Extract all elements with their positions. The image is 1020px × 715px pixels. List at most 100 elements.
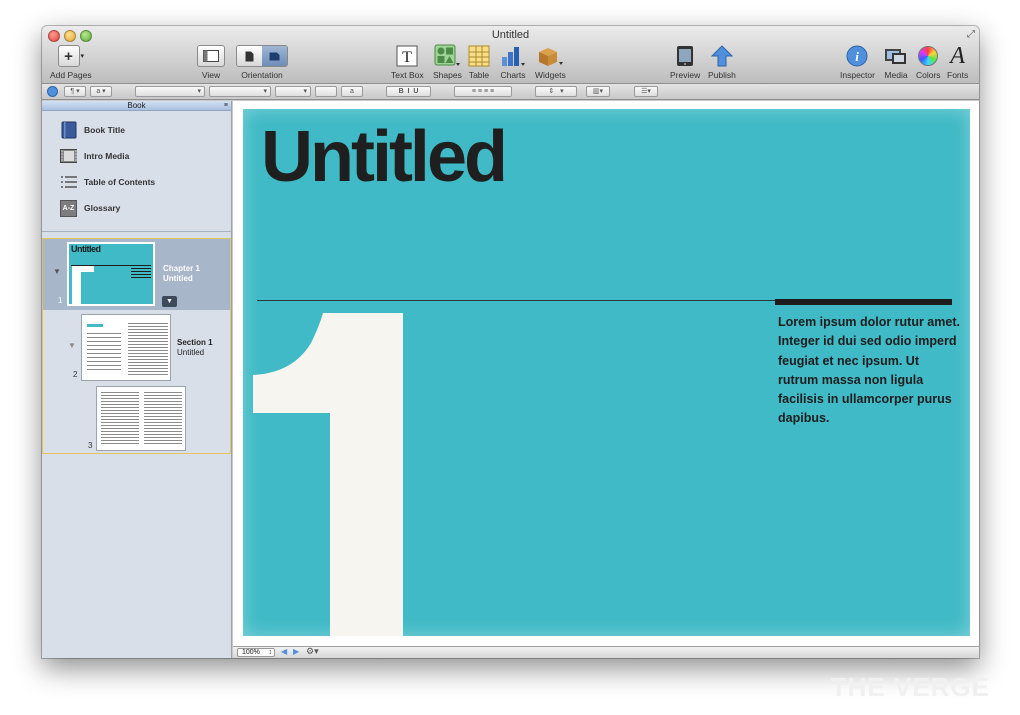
text-color-well[interactable] — [315, 86, 337, 97]
chapter-subtitle: Untitled — [163, 274, 193, 283]
title-bar: Untitled ⤢ + ▾ Add Pages View Orientation — [42, 26, 979, 84]
publish-button[interactable]: Publish — [708, 43, 736, 80]
media-icon — [885, 49, 906, 64]
chapter-row[interactable]: ▼ 1 Untitled Chapter 1 Untitled ▼ — [43, 239, 230, 310]
widgets-icon — [539, 48, 564, 66]
publish-label: Publish — [708, 70, 736, 80]
text-box-button[interactable]: T Text Box — [391, 43, 424, 80]
page-number: 1 — [58, 296, 63, 305]
thumbnail-left-column — [87, 333, 121, 373]
bold-italic-underline-group[interactable]: B I U — [386, 86, 431, 97]
page-number: 3 — [88, 441, 93, 450]
text-highlight-button[interactable]: a — [341, 86, 363, 97]
columns-popup[interactable]: ▥▾ — [586, 86, 610, 97]
page-row[interactable]: 3 — [43, 383, 230, 453]
font-size-field[interactable]: ▾ — [275, 86, 311, 97]
list-style-popup[interactable]: ☰▾ — [634, 86, 658, 97]
widgets-button[interactable]: Widgets — [535, 43, 566, 80]
title-rule — [257, 300, 777, 301]
section-subtitle: Untitled — [177, 348, 205, 357]
list-icon — [61, 176, 77, 188]
paragraph-style-popup[interactable]: ¶ ▾ — [64, 86, 86, 97]
view-icon — [197, 45, 225, 67]
zoom-popup[interactable]: 100% ↕ — [237, 648, 275, 657]
zoom-value: 100% — [242, 649, 260, 656]
sidebar-item-intro-media[interactable]: Intro Media — [60, 147, 129, 165]
thumbnail-title: Untitled — [71, 244, 101, 254]
sidebar-item-label: Table of Contents — [84, 177, 156, 187]
info-icon: i — [846, 45, 868, 67]
app-window: Untitled ⤢ + ▾ Add Pages View Orientation — [42, 26, 979, 658]
action-gear-icon[interactable]: ⚙▾ — [306, 646, 319, 657]
page-thumbnail[interactable] — [96, 386, 186, 451]
glossary-icon: A-Z — [60, 199, 77, 217]
sidebar-item-book-title[interactable]: Book Title — [60, 121, 125, 139]
view-label: View — [201, 70, 221, 80]
shapes-label: Shapes — [433, 70, 462, 80]
body-text[interactable]: Lorem ipsum dolor rutur amet. Integer id… — [778, 313, 960, 429]
preview-label: Preview — [670, 70, 701, 80]
book-icon — [61, 121, 76, 139]
section-row[interactable]: ▼ 2 Section 1 Untitled — [43, 311, 230, 383]
orientation-label: Orientation — [241, 70, 283, 80]
font-icon: A — [950, 42, 965, 69]
thumbnail-numeral-top — [72, 266, 94, 272]
sidebar-item-glossary[interactable]: A-Z Glossary — [60, 199, 120, 217]
add-pages-label: Add Pages — [50, 70, 92, 80]
orientation-control[interactable]: Orientation — [236, 43, 288, 80]
section-title: Section 1 — [177, 338, 213, 347]
disclosure-triangle-icon[interactable]: ▼ — [53, 267, 61, 276]
format-bar: ¶ ▾ a ▾ ▾ ▾ ▾ a B I U ≡ ≡ ≡ ≡ ⇕ ▾ ▥▾ ☰▾ — [42, 84, 979, 100]
sidebar-resize-icon[interactable]: ≡ — [224, 101, 228, 110]
svg-text:i: i — [856, 49, 860, 64]
add-pages-button[interactable]: + ▾ Add Pages — [50, 43, 92, 80]
sidebar-item-label: Intro Media — [84, 151, 130, 161]
charts-icon — [502, 47, 525, 66]
publish-arrow-icon — [710, 45, 733, 67]
chapter-numeral[interactable] — [253, 313, 405, 636]
sidebar-header: Book ≡ — [42, 101, 231, 111]
fullscreen-icon[interactable]: ⤢ — [967, 29, 975, 40]
colors-button[interactable]: Colors — [916, 43, 941, 80]
shapes-icon — [434, 44, 461, 66]
section-thumbnail[interactable] — [81, 314, 171, 381]
font-typeface-popup[interactable]: ▾ — [209, 86, 271, 97]
line-spacing-popup[interactable]: ⇕ ▾ — [535, 86, 577, 97]
charts-button[interactable]: Charts — [500, 43, 526, 80]
status-bar: 100% ↕ ◀ ▶ ⚙▾ — [233, 646, 979, 658]
character-style-popup[interactable]: a ▾ — [90, 86, 112, 97]
inspector-button[interactable]: i Inspector — [840, 43, 875, 80]
disclosure-triangle-icon[interactable]: ▼ — [68, 341, 76, 350]
colors-label: Colors — [916, 70, 941, 80]
media-button[interactable]: Media — [884, 43, 908, 80]
stepper-icon: ↕ — [268, 649, 273, 656]
view-button[interactable]: View — [197, 43, 225, 80]
media-label: Media — [884, 70, 908, 80]
styles-drawer-icon[interactable] — [47, 86, 58, 97]
thumbnail-right-column — [144, 392, 182, 446]
shapes-button[interactable]: Shapes — [433, 43, 462, 80]
canvas-area: Untitled Lorem ipsum dolor rutur amet. I… — [233, 101, 979, 646]
next-page-icon[interactable]: ▶ — [293, 647, 299, 656]
thumbnail-text — [131, 268, 151, 280]
thumbnail-left-column — [101, 392, 139, 446]
previous-page-icon[interactable]: ◀ — [281, 647, 287, 656]
window-title: Untitled — [491, 29, 530, 41]
sidebar-item-label: Book Title — [84, 125, 125, 135]
page-title[interactable]: Untitled — [261, 121, 508, 193]
portrait-orientation-icon[interactable] — [237, 46, 262, 66]
chapter-title: Chapter 1 — [163, 264, 200, 273]
watermark: THE VERGE — [830, 672, 990, 702]
table-button[interactable]: Table — [468, 43, 490, 80]
chapter-page[interactable]: Untitled Lorem ipsum dolor rutur amet. I… — [243, 109, 970, 636]
preview-button[interactable]: Preview — [670, 43, 700, 80]
font-family-popup[interactable]: ▾ — [135, 86, 205, 97]
fonts-button[interactable]: A Fonts — [947, 42, 968, 81]
landscape-orientation-icon[interactable] — [262, 46, 287, 66]
alignment-group[interactable]: ≡ ≡ ≡ ≡ — [454, 86, 512, 97]
text-box-label: Text Box — [391, 70, 424, 80]
color-wheel-icon — [918, 46, 939, 66]
chapter-menu-icon[interactable]: ▼ — [162, 296, 177, 307]
chapter-thumbnail[interactable]: Untitled — [67, 242, 155, 306]
sidebar-item-table-of-contents[interactable]: Table of Contents — [60, 173, 155, 191]
